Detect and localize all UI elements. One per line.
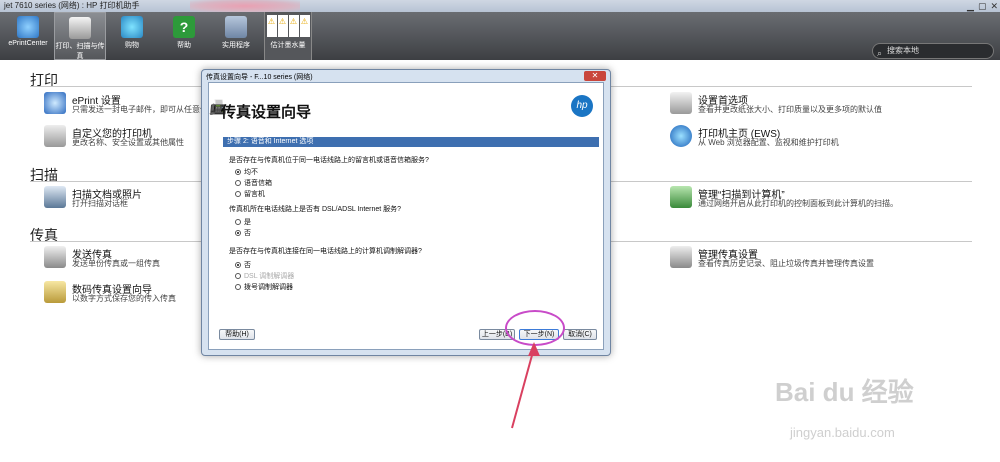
option-answering-machine[interactable]: 留言机 (235, 189, 265, 199)
fax-icon (44, 246, 66, 268)
radio-icon (235, 284, 241, 290)
window-title: jet 7610 series (网络) : HP 打印机助手 (4, 1, 140, 10)
option-dsl-modem: DSL 调制解调器 (235, 271, 294, 281)
section-fax-title: 传真 (30, 227, 58, 243)
radio-icon (235, 219, 241, 225)
scan-to-pc-icon (670, 186, 692, 208)
window-controls: ▁ ▢ ✕ (967, 0, 998, 12)
radio-selected-icon (235, 262, 241, 268)
section-scan-title: 扫描 (30, 167, 58, 183)
eprint-icon (44, 92, 66, 114)
radio-icon (235, 273, 241, 279)
ink-cartridge-warning-icon: ⚠ (299, 15, 310, 37)
printer-settings-icon (670, 92, 692, 114)
window-titlebar: jet 7610 series (网络) : HP 打印机助手 ▁ ▢ ✕ (0, 0, 1000, 12)
utilities-button[interactable]: 实用程序 (210, 12, 262, 60)
step-header: 步骤 2: 语音和 Internet 选项 (223, 137, 599, 147)
ink-cartridge-warning-icon: ⚠ (288, 15, 299, 37)
ink-cartridge-warning-icon: ⚠ (266, 15, 277, 37)
tools-icon (225, 16, 247, 38)
shop-button[interactable]: 购物 (106, 12, 158, 60)
question-voicemail: 是否存在与传真机位于同一电话线路上的留言机或语音信箱服务? (229, 157, 429, 164)
globe-icon (670, 125, 692, 147)
ink-levels-button[interactable]: ⚠ ⚠ ⚠ ⚠ 估计墨水量 (264, 12, 312, 60)
ink-label: 估计墨水量 (270, 42, 306, 49)
printer-icon (44, 125, 66, 147)
search-icon: ⌕ (877, 48, 883, 58)
radio-selected-icon (235, 169, 241, 175)
help-button[interactable]: 帮助(H) (219, 329, 255, 340)
option-modem-no[interactable]: 否 (235, 260, 251, 270)
option-dsl-yes[interactable]: 是 (235, 217, 251, 227)
baidu-watermark-url: jingyan.baidu.com (790, 425, 895, 440)
fax-settings-icon (670, 246, 692, 268)
option-dsl-no[interactable]: 否 (235, 228, 251, 238)
scanner-icon (44, 186, 66, 208)
dialog-body: 📠 传真设置向导 hp 步骤 2: 语音和 Internet 选项 是否存在与传… (208, 82, 604, 350)
help-icon: ? (173, 16, 195, 38)
section-print-title: 打印 (30, 72, 58, 88)
eprintcenter-button[interactable]: ePrintCenter (2, 12, 54, 60)
wizard-heading: 传真设置向导 (221, 104, 312, 121)
baidu-watermark: Bai du 经验 (775, 377, 914, 407)
maximize-button[interactable]: ▢ (978, 0, 987, 12)
dialog-title: 传真设置向导 - F...10 series (网络) (206, 74, 313, 81)
printer-icon (69, 17, 91, 39)
radio-selected-icon (235, 230, 241, 236)
ink-cartridge-warning-icon: ⚠ (277, 15, 288, 37)
radio-icon (235, 191, 241, 197)
radio-icon (235, 180, 241, 186)
annotation-arrow-icon (511, 342, 540, 429)
shopping-icon (121, 16, 143, 38)
fax-folder-icon (44, 281, 66, 303)
minimize-button[interactable]: ▁ (967, 0, 974, 12)
print-scan-fax-button[interactable]: 打印、扫描与传真 (54, 12, 106, 60)
dialog-close-button[interactable]: ✕ (584, 71, 606, 81)
close-button[interactable]: ✕ (990, 0, 998, 12)
option-dialup-modem[interactable]: 拨号调制解调器 (235, 282, 293, 292)
main-toolbar: ePrintCenter 打印、扫描与传真 购物 ? 帮助 实用程序 ⚠ ⚠ ⚠… (0, 12, 1000, 60)
cancel-button[interactable]: 取消(C) (563, 329, 597, 340)
hp-logo-icon: hp (571, 95, 593, 117)
help-button[interactable]: ? 帮助 (158, 12, 210, 60)
question-modem: 是否存在与传真机连接在同一电话线路上的计算机调制解调器? (229, 248, 422, 255)
search-input[interactable]: ⌕ 搜索本地 (872, 43, 994, 59)
question-dsl: 传真机所在电话线路上是否有 DSL/ADSL Internet 服务? (229, 206, 402, 213)
option-none[interactable]: 均不 (235, 167, 258, 177)
eprintcenter-icon (17, 16, 39, 38)
option-voicemail[interactable]: 语音信箱 (235, 178, 272, 188)
